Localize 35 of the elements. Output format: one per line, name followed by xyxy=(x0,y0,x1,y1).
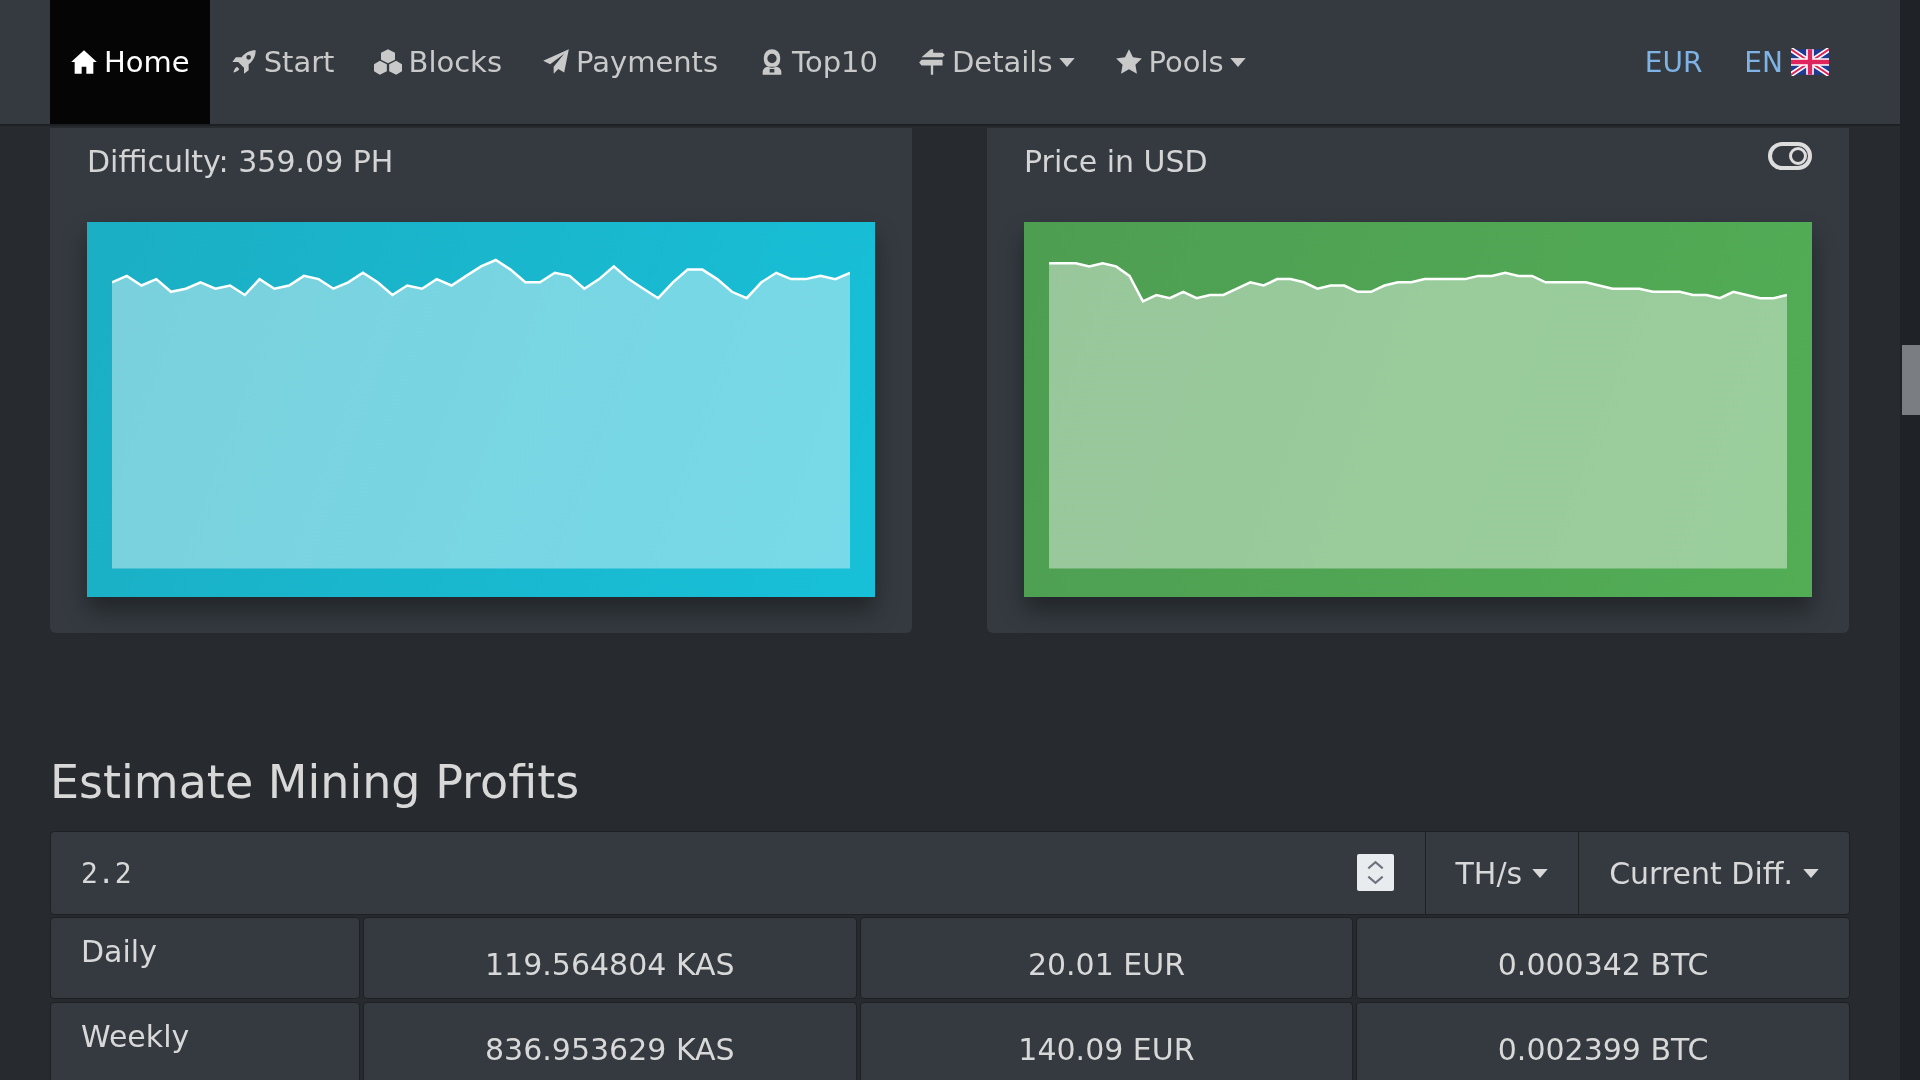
nav-link[interactable]: Pools xyxy=(1094,0,1266,124)
uk-flag-icon xyxy=(1791,48,1829,76)
table-cell: 836.953629 KAS xyxy=(363,1002,857,1080)
table-cell: 140.09 EUR xyxy=(859,1002,1354,1080)
chart-title: Difficulty: 359.09 PH xyxy=(87,143,394,179)
section-heading: Estimate Mining Profits xyxy=(50,755,581,809)
home-icon xyxy=(70,48,98,76)
nav-link[interactable]: Home xyxy=(50,0,210,124)
paper-plane-icon xyxy=(542,48,571,76)
signpost-icon xyxy=(917,48,946,76)
nav-link[interactable]: Start xyxy=(209,0,355,124)
hashrate-input[interactable]: 2.2 xyxy=(50,831,1426,915)
table-cell: 20.01 EUR xyxy=(859,917,1354,999)
chart-title: Price in USD xyxy=(1024,143,1208,179)
nav-link[interactable]: Blocks xyxy=(354,0,523,124)
nav-link[interactable]: Details xyxy=(897,0,1095,124)
language-link[interactable]: EN xyxy=(1723,0,1850,124)
spinner-icon[interactable] xyxy=(1356,854,1394,891)
scrollbar[interactable] xyxy=(1900,0,1920,1080)
period-cell: Weekly xyxy=(50,1002,360,1080)
caret-icon xyxy=(1803,868,1819,878)
difficulty-dropdown[interactable]: Current Diff. xyxy=(1579,831,1850,915)
table-cell: 0.000342 BTC xyxy=(1356,917,1850,999)
nav-link[interactable]: Payments xyxy=(522,0,739,124)
toggle-switch[interactable] xyxy=(1768,142,1812,170)
table-cell: 119.564804 KAS xyxy=(363,917,857,999)
currency-link[interactable]: EUR xyxy=(1623,0,1724,124)
nav-link[interactable]: Top10 xyxy=(738,0,898,124)
caret-icon xyxy=(1532,868,1549,878)
star-icon xyxy=(1114,48,1143,76)
period-cell: Daily xyxy=(50,917,360,999)
cubes-icon xyxy=(374,48,403,76)
unit-dropdown[interactable]: TH/s xyxy=(1425,831,1580,915)
scrollbar-thumb[interactable] xyxy=(1902,345,1920,415)
table-cell: 0.002399 BTC xyxy=(1356,1002,1850,1080)
